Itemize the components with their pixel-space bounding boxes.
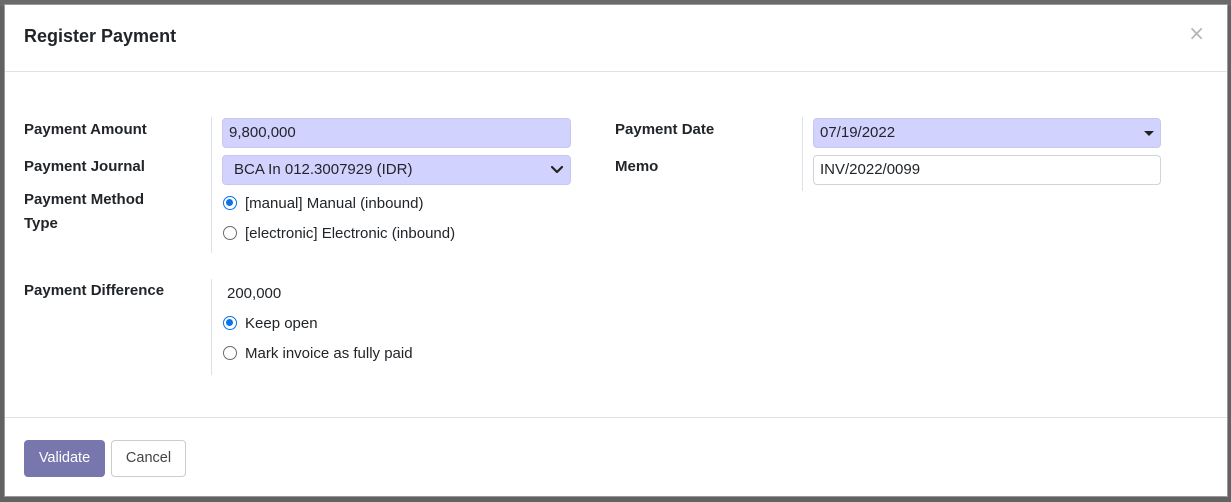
field-separator [211, 279, 212, 375]
validate-button[interactable]: Validate [24, 440, 105, 477]
payment-journal-value: BCA In 012.3007929 (IDR) [234, 161, 413, 178]
payment-method-option-electronic[interactable]: [electronic] Electronic (inbound) [223, 222, 455, 244]
field-separator [211, 117, 212, 253]
memo-input[interactable] [813, 155, 1161, 185]
radio-unchecked-icon[interactable] [223, 226, 237, 240]
radio-label: Mark invoice as fully paid [245, 344, 413, 362]
payment-amount-label: Payment Amount [24, 121, 147, 138]
dialog-header: Register Payment × [5, 5, 1227, 72]
payment-date-label: Payment Date [615, 121, 715, 138]
payment-date-value: 07/19/2022 [820, 124, 896, 141]
payment-difference-value: 200,000 [227, 285, 282, 302]
payment-difference-option-keep-open[interactable]: Keep open [223, 312, 318, 334]
radio-unchecked-icon[interactable] [223, 346, 237, 360]
close-icon[interactable]: × [1188, 23, 1205, 43]
cancel-button[interactable]: Cancel [111, 440, 186, 477]
dialog-title: Register Payment [24, 26, 177, 46]
radio-label: [electronic] Electronic (inbound) [245, 224, 456, 242]
payment-amount-value[interactable] [229, 119, 564, 147]
payment-difference-option-fully-paid[interactable]: Mark invoice as fully paid [223, 342, 413, 364]
radio-checked-icon[interactable] [223, 316, 237, 330]
payment-difference-label: Payment Difference [24, 282, 165, 299]
caret-down-icon [1144, 131, 1154, 136]
dialog-footer: Validate Cancel [5, 417, 1227, 497]
dialog-body: Payment Amount Payment Journal Payment M… [5, 73, 1227, 418]
payment-journal-select[interactable]: BCA In 012.3007929 (IDR) [222, 155, 571, 185]
memo-label: Memo [615, 158, 659, 175]
payment-method-type-label-line1: Payment Method [24, 191, 145, 208]
payment-journal-label: Payment Journal [24, 158, 145, 175]
radio-checked-icon[interactable] [223, 196, 237, 210]
payment-date-input[interactable]: 07/19/2022 [813, 118, 1161, 148]
payment-method-type-label-line2: Type [24, 215, 58, 232]
field-separator [802, 117, 803, 191]
chevron-down-icon [550, 165, 564, 174]
radio-label: [manual] Manual (inbound) [245, 194, 424, 212]
radio-label: Keep open [245, 314, 318, 332]
payment-amount-input[interactable] [222, 118, 571, 148]
register-payment-dialog: Register Payment × Payment Amount Paymen… [4, 4, 1228, 497]
memo-value[interactable] [820, 156, 1154, 184]
payment-method-option-manual[interactable]: [manual] Manual (inbound) [223, 192, 423, 214]
